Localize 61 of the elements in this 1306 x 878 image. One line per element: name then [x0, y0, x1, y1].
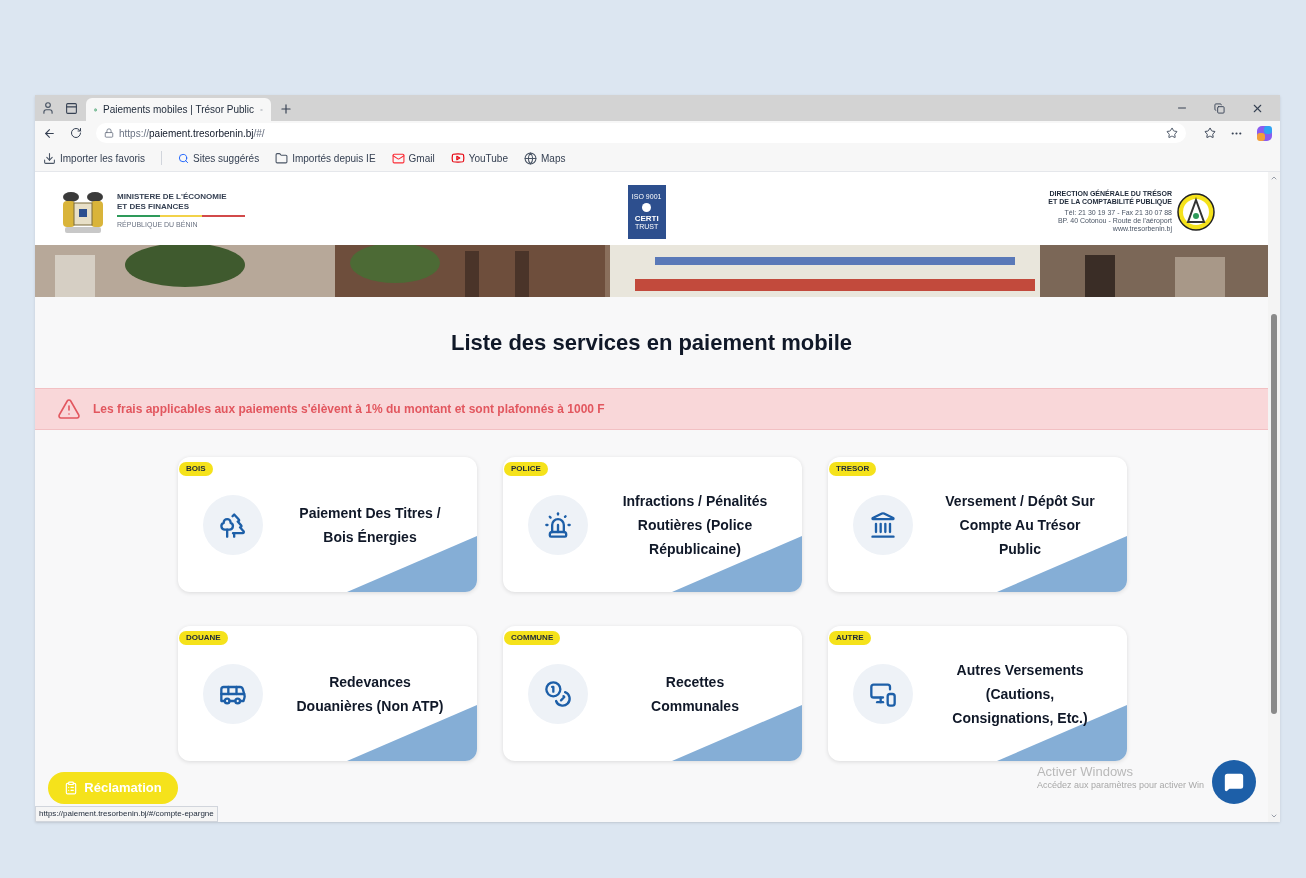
alert-message: Les frais applicables aux paiements s'élèvent à 1% du montant et sont plafonnés à 1000 F: [93, 401, 605, 418]
play-icon: [450, 151, 465, 165]
service-card[interactable]: COMMUNE Recettes Communales: [503, 626, 802, 761]
search-icon: [178, 152, 190, 164]
bookmark-link[interactable]: Importés depuis IE: [292, 150, 376, 166]
category-tag: POLICE: [504, 462, 548, 476]
category-tag: COMMUNE: [504, 631, 561, 645]
activation-message: Accédez aux paramètres pour activer Win: [1036, 778, 1204, 792]
globe-icon: [524, 151, 537, 165]
ministry-name: ET DES FINANCES: [117, 202, 190, 213]
category-tag: BOIS: [179, 462, 213, 476]
activation-title: Activer Windows: [1036, 763, 1134, 779]
address-field[interactable]: https://paiement.tresorbenin.bj/#/: [96, 123, 1186, 143]
profile-icon[interactable]: [41, 101, 55, 115]
service-title: Redevances Douanières (Non ATP): [295, 672, 445, 716]
favorites-icon[interactable]: [1204, 127, 1216, 139]
service-card[interactable]: BOIS Paiement Des Titres / Bois Énergies: [178, 457, 477, 592]
warning-icon: [57, 397, 81, 421]
service-title: Versement / Dépôt Sur Compte Au Trésor Public: [945, 491, 1095, 559]
bookmark-link[interactable]: Gmail: [408, 150, 435, 166]
category-tag: TRESOR: [829, 462, 877, 476]
bookmark-link[interactable]: Maps: [541, 150, 566, 166]
tab-actions-icon[interactable]: [65, 101, 78, 115]
scrollbar-thumb[interactable]: [1271, 314, 1277, 714]
browser-tab[interactable]: Paiements mobiles | Trésor Public: [86, 98, 271, 121]
service-card[interactable]: POLICE Infractions / Pénalités Routières (Police Républicaine): [503, 457, 802, 592]
service-title: Autres Versements (Cautions, Consignations, Etc.): [951, 660, 1089, 728]
scroll-down-icon[interactable]: [1270, 812, 1278, 820]
siren-icon: [544, 510, 572, 539]
bookmark-link[interactable]: YouTube: [468, 150, 508, 166]
emblem-icon: [1176, 191, 1216, 232]
ministry-name: MINISTERE DE L'ÉCONOMIE: [117, 192, 228, 203]
service-title: Paiement Des Titres / Bois Énergies: [298, 503, 442, 547]
chat-button[interactable]: [1212, 760, 1256, 804]
clipboard-icon: [64, 781, 79, 795]
favorite-icon[interactable]: [1166, 127, 1178, 139]
service-card[interactable]: TRESOR Versement / Dépôt Sur Compte Au Trésor Public: [828, 457, 1127, 592]
service-card[interactable]: AUTRE Autres Versements (Cautions, Consignations, Etc.): [828, 626, 1127, 761]
status-url: https://paiement.tresorbenin.bj/#/compte-epargne: [35, 806, 218, 822]
assistant-icon[interactable]: [1257, 125, 1272, 141]
bookmark-link[interactable]: Sites suggérés: [193, 150, 260, 166]
reload-icon[interactable]: [70, 127, 82, 139]
restore-icon[interactable]: [1214, 102, 1225, 114]
chat-icon: [1224, 772, 1244, 792]
service-title: Recettes Communales: [650, 672, 740, 716]
category-tag: AUTRE: [829, 631, 871, 645]
import-icon: [43, 151, 56, 165]
trees-icon: [219, 510, 247, 539]
service-title: Infractions / Pénalités Routières (Police Républicaine): [621, 491, 769, 559]
folder-icon: [275, 151, 289, 165]
lock-icon: [104, 128, 114, 138]
bank-icon: [869, 510, 897, 539]
bookmark-link[interactable]: Importer les favoris: [60, 150, 146, 166]
page-title: Liste des services en paiement mobile: [449, 329, 854, 357]
back-icon[interactable]: [43, 126, 56, 140]
category-tag: DOUANE: [179, 631, 228, 645]
service-card[interactable]: DOUANE Redevances Douanières (Non ATP): [178, 626, 477, 761]
new-tab-icon[interactable]: [279, 102, 293, 116]
mail-icon: [391, 151, 405, 165]
scroll-up-icon[interactable]: [1270, 174, 1278, 182]
coins-icon: [544, 679, 572, 708]
